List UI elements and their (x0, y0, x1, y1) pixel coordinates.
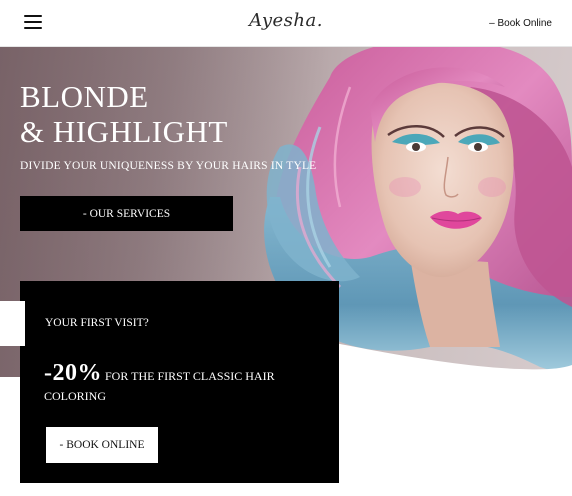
logo-text: Ayesha. (249, 10, 323, 31)
site-header: Ayesha. – Book Online (0, 0, 572, 47)
our-services-button[interactable]: - OUR SERVICES (20, 196, 233, 231)
hero-title-line-2: & HIGHLIGHT (20, 114, 228, 149)
hero-title-line-1: BLONDE (20, 79, 149, 114)
logo[interactable]: Ayesha. (0, 10, 572, 31)
card-notch (0, 301, 25, 346)
hero-subtitle: DIVIDE YOUR UNIQUENESS BY YOUR HAIRS IN … (20, 160, 317, 172)
hero-title: BLONDE & HIGHLIGHT (20, 79, 228, 149)
book-online-button[interactable]: - BOOK ONLINE (46, 427, 158, 463)
first-visit-offer-card: YOUR FIRST VISIT? -20% FOR THE FIRST CLAS… (0, 281, 339, 483)
offer-question: YOUR FIRST VISIT? (45, 317, 149, 329)
book-online-link[interactable]: – Book Online (489, 18, 552, 29)
discount-value: -20% (44, 360, 102, 386)
offer-text: -20% FOR THE FIRST CLASSIC HAIR COLORING (44, 360, 304, 406)
